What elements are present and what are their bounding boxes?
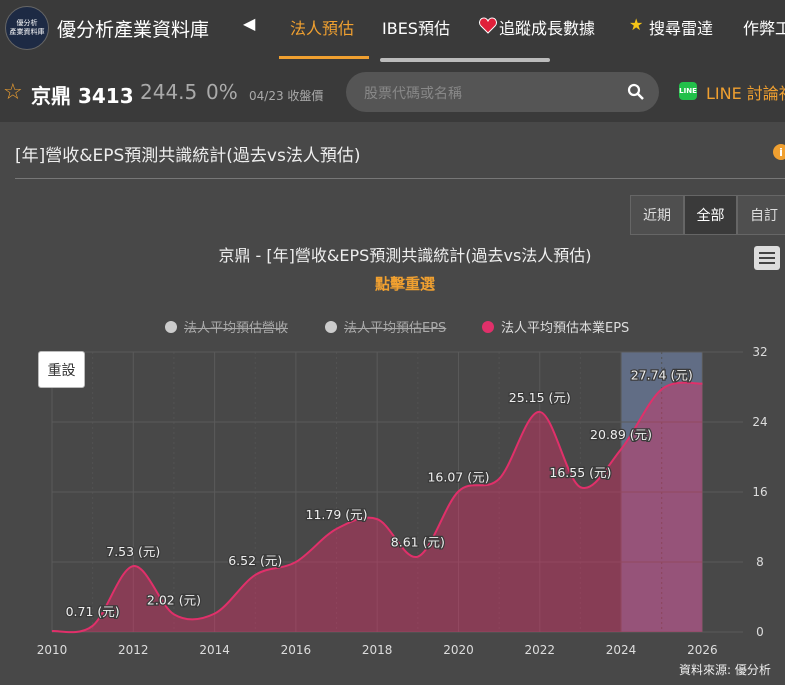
info-icon[interactable]: i (773, 144, 785, 160)
range-button-custom[interactable]: 自訂 (737, 195, 785, 235)
x-tick-label: 2012 (118, 643, 149, 657)
heart-icon (479, 17, 497, 38)
y-tick-label: 24 (752, 415, 767, 429)
data-label: 11.79 (元) (306, 507, 368, 522)
y-tick-label: 0 (756, 625, 764, 639)
stock-date: 04/23 收盤價 (249, 89, 324, 103)
logo-text-line2: 產業資料庫 (9, 28, 45, 36)
chart-subtitle[interactable]: 點擊重選 (0, 273, 785, 294)
x-tick-label: 2016 (281, 643, 312, 657)
legend-label: 法人平均預估營收 (184, 321, 289, 336)
data-label: 2.02 (元) (147, 592, 201, 607)
legend-dot (325, 320, 337, 333)
range-button-recent[interactable]: 近期 (630, 195, 684, 235)
chart-title: 京鼎 - [年]營收&EPS預測共識統計(過去vs法人預估) (218, 246, 592, 265)
range-button-all[interactable]: 全部 (684, 195, 737, 235)
tab-ibes-forecast[interactable]: IBES預估 (382, 15, 450, 39)
favorite-star-icon[interactable]: ☆ (3, 80, 23, 105)
tab-analyst-forecast[interactable]: 法人預估 (290, 15, 354, 39)
x-tick-label: 2018 (362, 643, 393, 657)
tab-growth-tracking[interactable]: 追蹤成長數據 (499, 15, 595, 39)
search-box[interactable]: 股票代碼或名稱 (346, 72, 659, 112)
section-title: [年]營收&EPS預測共識統計(過去vs法人預估) (15, 146, 361, 166)
legend-label: 法人平均預估本業EPS (501, 321, 630, 336)
search-input[interactable]: 股票代碼或名稱 (364, 83, 462, 103)
legend-item-eps[interactable]: 法人平均預估EPS (325, 317, 446, 336)
search-icon[interactable] (627, 83, 645, 101)
legend-dot (482, 320, 494, 333)
x-tick-label: 2010 (37, 643, 68, 657)
stock-name: 京鼎 3413 (31, 84, 134, 108)
legend-label: 法人平均預估EPS (344, 321, 447, 336)
legend-dot (165, 320, 177, 333)
line-discussion-link[interactable]: LINE 討論社 (706, 80, 785, 104)
y-tick-label: 8 (756, 555, 764, 569)
data-label: 0.71 (元) (66, 604, 120, 619)
legend-item-core-eps[interactable]: 法人平均預估本業EPS (482, 317, 629, 336)
data-label: 27.74 (元) (631, 367, 693, 382)
line-icon[interactable]: LINE (679, 82, 697, 100)
x-tick-label: 2014 (199, 643, 230, 657)
top-navbar: 優分析 產業資料庫 優分析產業資料庫 ◀ 法人預估 IBES預估 追蹤成長數據 … (0, 0, 785, 62)
stock-change: 0% (206, 80, 238, 104)
data-label: 8.61 (元) (391, 535, 445, 550)
y-tick-label: 32 (752, 345, 767, 359)
data-source-credit: 資料來源: 優分析 (679, 663, 771, 677)
reset-zoom-button[interactable]: 重設 (38, 351, 85, 388)
data-label: 25.15 (元) (509, 390, 571, 405)
data-label: 7.53 (元) (106, 544, 160, 559)
data-label: 20.89 (元) (590, 427, 652, 442)
x-tick-label: 2022 (524, 643, 555, 657)
data-label: 16.07 (元) (427, 469, 489, 484)
section-divider (15, 178, 785, 179)
data-label: 16.55 (元) (549, 465, 611, 480)
tab-cheat-tool[interactable]: 作弊工 (743, 15, 785, 39)
legend-item-revenue[interactable]: 法人平均預估營收 (165, 317, 288, 336)
stock-price: 244.5 (140, 80, 198, 104)
active-tab-indicator (279, 56, 369, 59)
x-tick-label: 2026 (687, 643, 718, 657)
x-tick-label: 2024 (606, 643, 637, 657)
x-tick-label: 2020 (443, 643, 474, 657)
brand-name[interactable]: 優分析產業資料庫 (57, 15, 209, 42)
nav-left-arrow-icon[interactable]: ◀ (243, 14, 255, 33)
logo-text-line1: 優分析 (16, 19, 38, 27)
eps-chart: 2010 2012 2014 2016 2018 2020 2022 2024 2026 0 8 1… (37, 345, 768, 657)
chart-menu-icon[interactable] (754, 246, 780, 270)
brand-logo[interactable]: 優分析 產業資料庫 (5, 6, 49, 50)
star-icon: ★ (629, 15, 644, 34)
tab-search-radar[interactable]: 搜尋雷達 (649, 15, 713, 39)
y-tick-label: 16 (752, 485, 767, 499)
data-label: 6.52 (元) (228, 553, 282, 568)
